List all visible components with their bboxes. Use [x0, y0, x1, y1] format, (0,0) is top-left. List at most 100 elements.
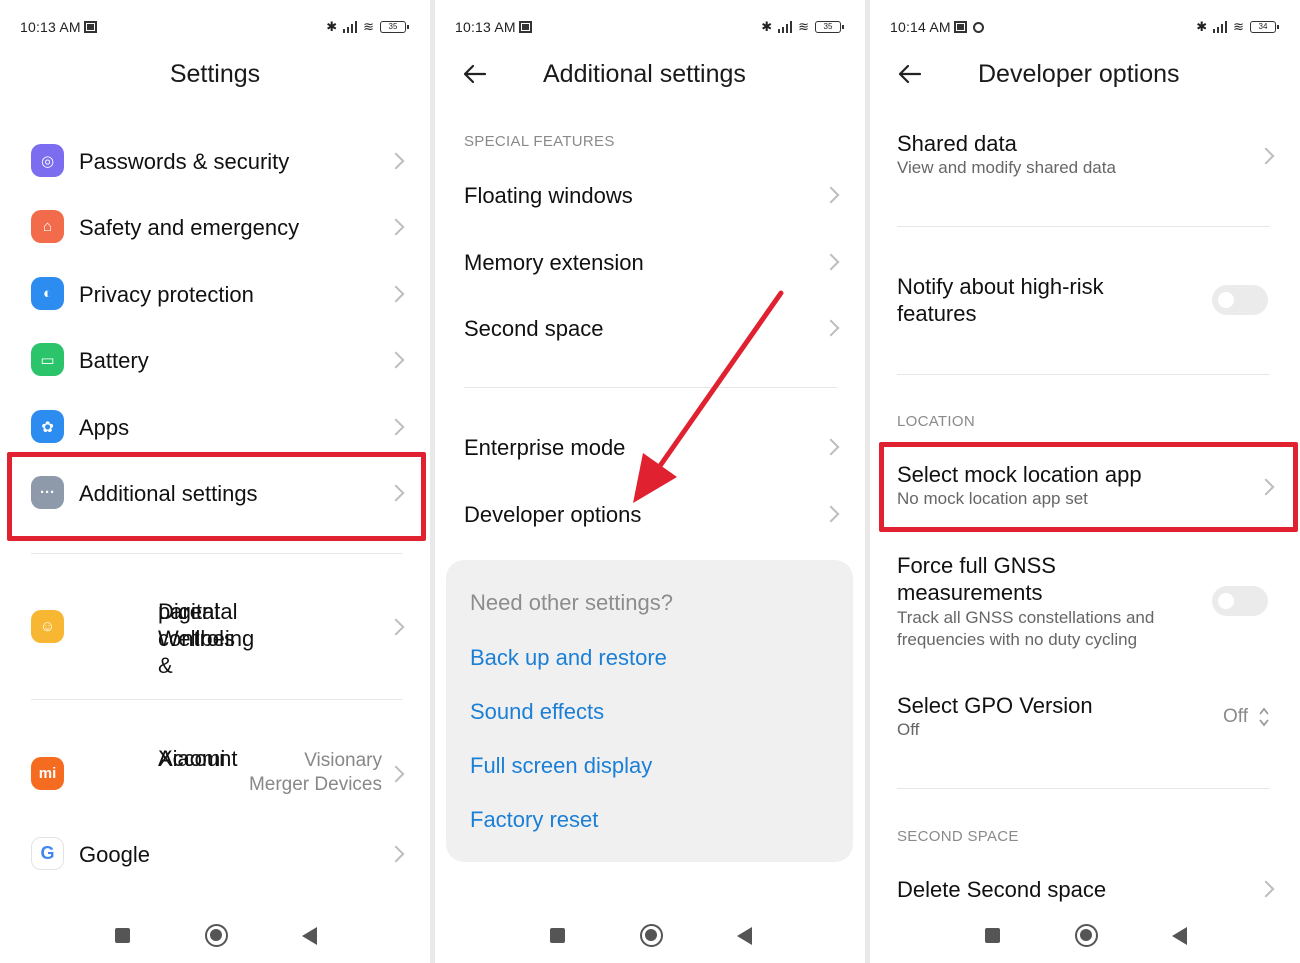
back-button[interactable] — [1172, 927, 1187, 945]
page-title: Settings — [169, 59, 261, 88]
chevron-right-icon — [387, 618, 405, 636]
fingerprint-icon: ◎ — [31, 144, 64, 177]
option-shared-data[interactable]: Shared data View and modify shared data — [870, 130, 1300, 186]
option-sublabel: Off — [897, 720, 920, 739]
chevron-right-icon — [387, 765, 405, 783]
menu-item-memory-extension[interactable]: Memory extension — [435, 243, 865, 281]
recents-button[interactable] — [985, 928, 1000, 943]
option-notify-high-risk[interactable]: Notify about high-risk features — [870, 273, 1300, 329]
home-button[interactable] — [640, 924, 663, 947]
section-header: SPECIAL FEATURES — [464, 133, 615, 150]
settings-item-google[interactable]: G Google — [0, 835, 430, 873]
option-label-line1: Notify about high-risk — [897, 274, 1104, 299]
back-button[interactable] — [302, 927, 317, 945]
settings-item-label: Apps — [79, 414, 130, 440]
card-question: Need other settings? — [470, 590, 674, 615]
wifi-icon: ≋ — [1233, 19, 1244, 34]
option-force-gnss[interactable]: Force full GNSS measurements Track all G… — [870, 552, 1300, 652]
back-arrow-icon[interactable] — [896, 60, 924, 88]
link-sound-effects[interactable]: Sound effects — [470, 699, 604, 725]
navigation-bar — [0, 923, 430, 949]
option-sublabel-line2: frequencies with no duty cycling — [897, 630, 1138, 649]
chevron-up-down-icon — [1259, 707, 1269, 727]
settings-item-label: Privacy protection — [79, 281, 254, 307]
option-sublabel: View and modify shared data — [897, 158, 1116, 177]
home-button[interactable] — [205, 924, 228, 947]
chevron-right-icon — [822, 319, 840, 337]
settings-item-battery[interactable]: ▭ Battery — [0, 341, 430, 379]
settings-item-apps[interactable]: ✿ Apps — [0, 408, 430, 446]
account-value-line2: Merger Devices — [248, 774, 382, 795]
sync-icon — [972, 21, 984, 33]
navigation-bar — [870, 923, 1300, 949]
settings-item-safety[interactable]: ⌂ Safety and emergency — [0, 208, 430, 246]
option-label: Delete Second space — [897, 876, 1107, 902]
option-delete-second-space[interactable]: Delete Second space — [870, 870, 1300, 908]
developer-options-screen: 10:14 AM ✱ ≋ 34 Developer options Shared… — [870, 0, 1300, 963]
google-logo-icon: G — [31, 837, 64, 870]
chevron-right-icon — [822, 186, 840, 204]
page-title: Additional settings — [543, 59, 746, 88]
settings-item-passwords[interactable]: ◎ Passwords & security — [0, 142, 430, 180]
chevron-right-icon — [387, 418, 405, 436]
chevron-right-icon — [822, 438, 840, 456]
recents-button[interactable] — [550, 928, 565, 943]
status-time: 10:14 AM — [890, 19, 951, 35]
notify-toggle[interactable] — [1212, 285, 1268, 315]
divider — [897, 374, 1270, 375]
link-full-screen-display[interactable]: Full screen display — [470, 753, 652, 779]
wifi-icon: ≋ — [363, 19, 374, 34]
link-back-up-restore[interactable]: Back up and restore — [470, 645, 667, 671]
chevron-right-icon — [1257, 880, 1275, 898]
settings-item-wellbeing[interactable]: ☺ Digital Wellbeing & parental controls — [0, 598, 430, 678]
settings-item-label: Passwords & security — [79, 148, 290, 174]
menu-item-label: Second space — [464, 315, 604, 341]
bluetooth-icon: ✱ — [326, 19, 338, 34]
status-time: 10:13 AM — [20, 19, 81, 35]
other-settings-card: Need other settings? Back up and restore… — [446, 560, 853, 862]
settings-item-label: Google — [79, 841, 150, 867]
back-button[interactable] — [737, 927, 752, 945]
chevron-right-icon — [822, 505, 840, 523]
privacy-icon: ◐ — [31, 277, 64, 310]
gear-icon: ✿ — [31, 410, 64, 443]
battery-icon: ▭ — [31, 343, 64, 376]
menu-item-label: Floating windows — [464, 182, 633, 208]
chevron-right-icon — [387, 351, 405, 369]
option-select-gpo-version[interactable]: Select GPO Version Off Off — [870, 692, 1300, 748]
menu-item-floating-windows[interactable]: Floating windows — [435, 176, 865, 214]
bluetooth-icon: ✱ — [761, 19, 773, 34]
wellbeing-icon: ☺ — [31, 610, 64, 643]
recents-button[interactable] — [115, 928, 130, 943]
status-bar: 10:13 AM ✱ ≋ 35 — [455, 16, 844, 38]
link-factory-reset[interactable]: Factory reset — [470, 807, 598, 833]
section-header-location: LOCATION — [897, 413, 975, 430]
divider — [897, 226, 1270, 227]
settings-item-label: Safety and emergency — [79, 214, 300, 240]
back-arrow-icon[interactable] — [461, 60, 489, 88]
wifi-icon: ≋ — [798, 19, 809, 34]
settings-item-label: Battery — [79, 347, 149, 373]
page-title: Developer options — [978, 59, 1180, 88]
signal-icon — [1213, 21, 1228, 33]
highlight-box — [7, 452, 426, 541]
gpo-value: Off — [1223, 706, 1248, 727]
settings-screen: 10:13 AM ✱ ≋ 35 Settings ◎ Passwords & s… — [0, 0, 430, 963]
gnss-toggle[interactable] — [1212, 586, 1268, 616]
option-label: Shared data — [897, 131, 1017, 156]
menu-item-label: Memory extension — [464, 249, 644, 275]
bluetooth-icon: ✱ — [1196, 19, 1208, 34]
account-label-line2: Account — [158, 746, 238, 771]
page-header: Settings — [0, 54, 430, 94]
signal-icon — [343, 21, 358, 33]
status-time: 10:13 AM — [455, 19, 516, 35]
chevron-right-icon — [387, 152, 405, 170]
signal-icon — [778, 21, 793, 33]
page-header: Developer options — [870, 54, 1300, 94]
home-button[interactable] — [1075, 924, 1098, 947]
settings-item-privacy[interactable]: ◐ Privacy protection — [0, 275, 430, 313]
option-label: Select GPO Version — [897, 693, 1093, 718]
mi-logo-icon: mi — [31, 757, 64, 790]
settings-item-xiaomi-account[interactable]: mi Xiaomi Account Visionary Merger Devic… — [0, 745, 430, 803]
chevron-right-icon — [387, 285, 405, 303]
